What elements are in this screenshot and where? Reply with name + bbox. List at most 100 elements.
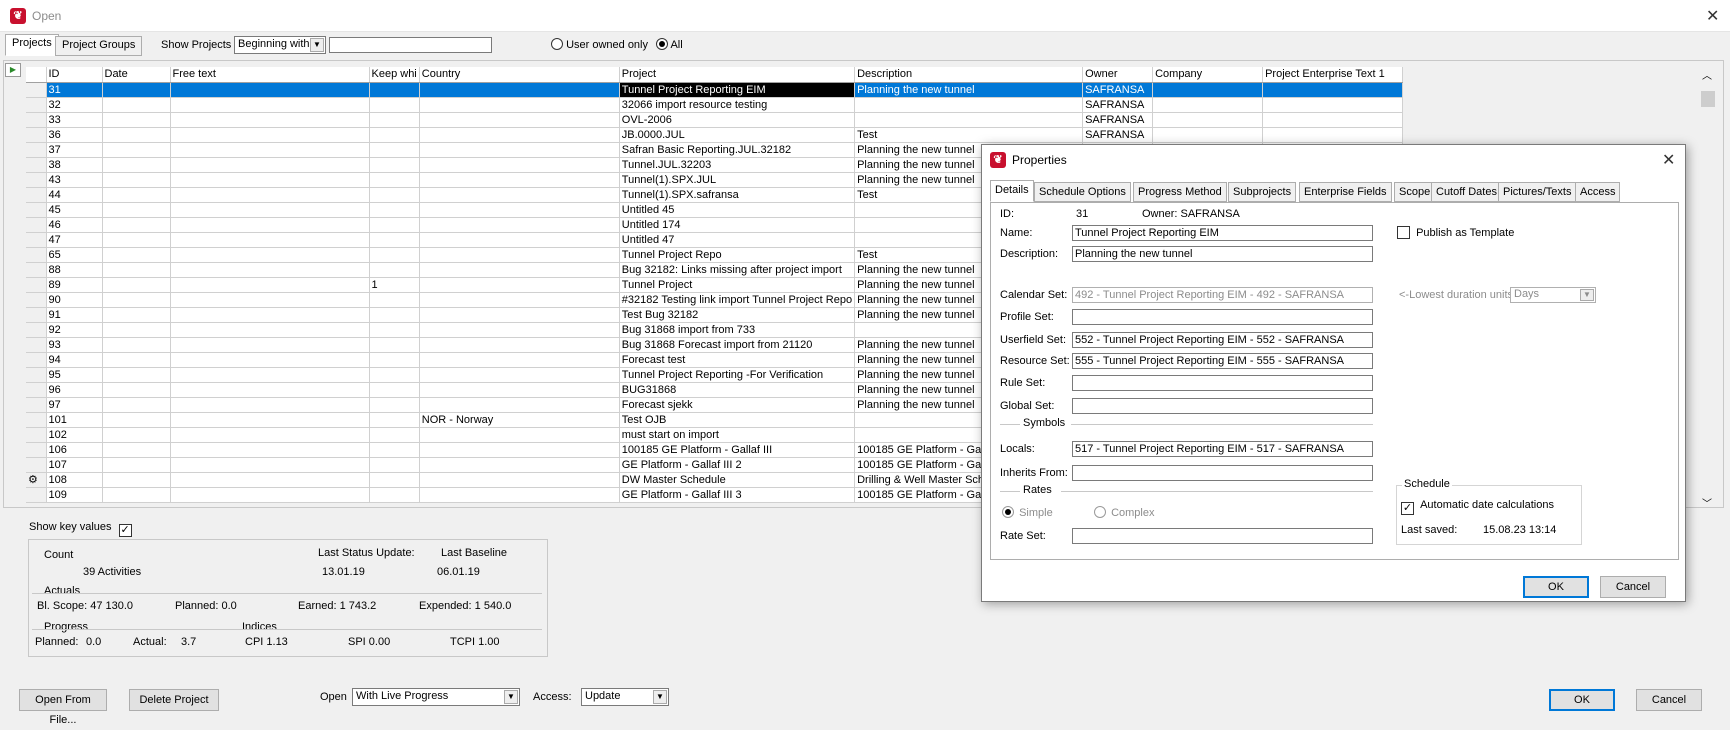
column-header[interactable]: Date bbox=[102, 67, 171, 83]
row-indicator[interactable] bbox=[26, 247, 47, 263]
ok-button[interactable]: OK bbox=[1549, 689, 1615, 711]
table-cell[interactable] bbox=[170, 277, 370, 293]
table-cell[interactable]: NOR - Norway bbox=[419, 412, 620, 428]
table-cell[interactable] bbox=[102, 202, 171, 218]
table-cell[interactable] bbox=[1262, 127, 1404, 143]
table-cell[interactable]: 31 bbox=[46, 82, 103, 98]
table-cell[interactable] bbox=[170, 127, 370, 143]
properties-ok-button[interactable]: OK bbox=[1523, 576, 1589, 598]
table-cell[interactable]: 44 bbox=[46, 187, 103, 203]
table-cell[interactable] bbox=[369, 307, 420, 323]
tab-subprojects[interactable]: Subprojects bbox=[1228, 182, 1297, 202]
table-cell[interactable] bbox=[170, 307, 370, 323]
row-indicator[interactable] bbox=[26, 127, 47, 143]
table-cell[interactable] bbox=[369, 232, 420, 248]
table-cell[interactable] bbox=[419, 172, 620, 188]
row-indicator[interactable] bbox=[26, 142, 47, 158]
table-cell[interactable] bbox=[170, 322, 370, 338]
table-cell[interactable] bbox=[102, 82, 171, 98]
table-cell[interactable]: Tunnel(1).SPX.JUL bbox=[619, 172, 856, 188]
tab-details[interactable]: Details bbox=[990, 180, 1034, 202]
table-cell[interactable] bbox=[369, 142, 420, 158]
table-cell[interactable] bbox=[102, 352, 171, 368]
table-cell[interactable] bbox=[419, 367, 620, 383]
column-header[interactable]: Description bbox=[854, 67, 1084, 83]
row-indicator[interactable] bbox=[26, 292, 47, 308]
filter-text-input[interactable] bbox=[329, 37, 492, 53]
table-cell[interactable] bbox=[170, 442, 370, 458]
table-cell[interactable] bbox=[102, 367, 171, 383]
table-row[interactable]: 33 OVL-2006 SAFRANSA bbox=[26, 112, 1404, 128]
table-cell[interactable] bbox=[170, 232, 370, 248]
row-indicator[interactable] bbox=[26, 307, 47, 323]
table-cell[interactable] bbox=[1152, 127, 1264, 143]
table-cell[interactable] bbox=[170, 427, 370, 443]
row-indicator[interactable] bbox=[26, 187, 47, 203]
table-cell[interactable] bbox=[369, 412, 420, 428]
row-indicator[interactable] bbox=[26, 217, 47, 233]
table-cell[interactable] bbox=[419, 127, 620, 143]
calendar-set-input[interactable]: 492 - Tunnel Project Reporting EIM - 492… bbox=[1072, 287, 1373, 303]
table-row[interactable]: 36 JB.0000.JUL Test SAFRANSA bbox=[26, 127, 1404, 143]
rule-set-input[interactable] bbox=[1072, 375, 1373, 391]
row-indicator[interactable] bbox=[26, 352, 47, 368]
table-cell[interactable] bbox=[369, 247, 420, 263]
table-cell[interactable] bbox=[419, 382, 620, 398]
cancel-button[interactable]: Cancel bbox=[1636, 689, 1702, 711]
table-row[interactable]: 32 32066 import resource testing SAFRANSA bbox=[26, 97, 1404, 113]
table-cell[interactable] bbox=[102, 382, 171, 398]
table-cell[interactable] bbox=[102, 457, 171, 473]
tab-access[interactable]: Access bbox=[1575, 182, 1621, 202]
table-cell[interactable] bbox=[419, 277, 620, 293]
userfield-set-input[interactable]: 552 - Tunnel Project Reporting EIM - 552… bbox=[1072, 332, 1373, 348]
table-cell[interactable] bbox=[419, 457, 620, 473]
table-cell[interactable]: 65 bbox=[46, 247, 103, 263]
table-cell[interactable] bbox=[369, 382, 420, 398]
table-cell[interactable] bbox=[102, 112, 171, 128]
table-cell[interactable] bbox=[102, 247, 171, 263]
table-cell[interactable]: 92 bbox=[46, 322, 103, 338]
table-cell[interactable] bbox=[369, 217, 420, 233]
table-cell[interactable] bbox=[102, 157, 171, 173]
table-cell[interactable] bbox=[369, 292, 420, 308]
table-cell[interactable] bbox=[369, 397, 420, 413]
table-cell[interactable] bbox=[170, 142, 370, 158]
table-cell[interactable] bbox=[102, 487, 171, 503]
table-cell[interactable] bbox=[170, 352, 370, 368]
tab-enterprise-fields[interactable]: Enterprise Fields bbox=[1299, 182, 1392, 202]
table-cell[interactable]: Tunnel Project bbox=[619, 277, 856, 293]
table-cell[interactable] bbox=[419, 322, 620, 338]
table-cell[interactable]: 32 bbox=[46, 97, 103, 113]
table-cell[interactable]: Tunnel Project Reporting EIM bbox=[619, 82, 856, 98]
table-cell[interactable] bbox=[369, 427, 420, 443]
row-indicator[interactable] bbox=[26, 232, 47, 248]
table-cell[interactable]: #32182 Testing link import Tunnel Projec… bbox=[619, 292, 856, 308]
table-cell[interactable]: Bug 32182: Links missing after project i… bbox=[619, 262, 856, 278]
table-cell[interactable] bbox=[170, 487, 370, 503]
table-cell[interactable] bbox=[419, 142, 620, 158]
table-cell[interactable]: 95 bbox=[46, 367, 103, 383]
column-header[interactable]: Keep whi bbox=[369, 67, 420, 83]
table-cell[interactable] bbox=[369, 322, 420, 338]
description-input[interactable]: Planning the new tunnel bbox=[1072, 246, 1373, 262]
table-cell[interactable] bbox=[854, 97, 1084, 113]
row-indicator[interactable] bbox=[26, 82, 47, 98]
resource-set-input[interactable]: 555 - Tunnel Project Reporting EIM - 555… bbox=[1072, 353, 1373, 369]
table-cell[interactable]: 97 bbox=[46, 397, 103, 413]
publish-template[interactable]: Publish as Template bbox=[1397, 226, 1514, 239]
row-indicator[interactable] bbox=[26, 397, 47, 413]
table-cell[interactable] bbox=[170, 337, 370, 353]
table-cell[interactable]: GE Platform - Gallaf III 3 bbox=[619, 487, 856, 503]
table-cell[interactable] bbox=[419, 292, 620, 308]
radio-complex[interactable]: Complex bbox=[1094, 506, 1154, 519]
table-cell[interactable]: Bug 31868 import from 733 bbox=[619, 322, 856, 338]
table-cell[interactable] bbox=[102, 472, 171, 488]
scroll-down-icon[interactable]: ﹀ bbox=[1702, 495, 1712, 510]
table-cell[interactable]: Forecast sjekk bbox=[619, 397, 856, 413]
close-icon[interactable]: ✕ bbox=[1706, 6, 1719, 26]
table-cell[interactable] bbox=[102, 232, 171, 248]
table-cell[interactable]: 1 bbox=[369, 277, 420, 293]
table-cell[interactable] bbox=[419, 217, 620, 233]
table-cell[interactable]: Bug 31868 Forecast import from 21120 bbox=[619, 337, 856, 353]
table-cell[interactable] bbox=[1262, 97, 1404, 113]
